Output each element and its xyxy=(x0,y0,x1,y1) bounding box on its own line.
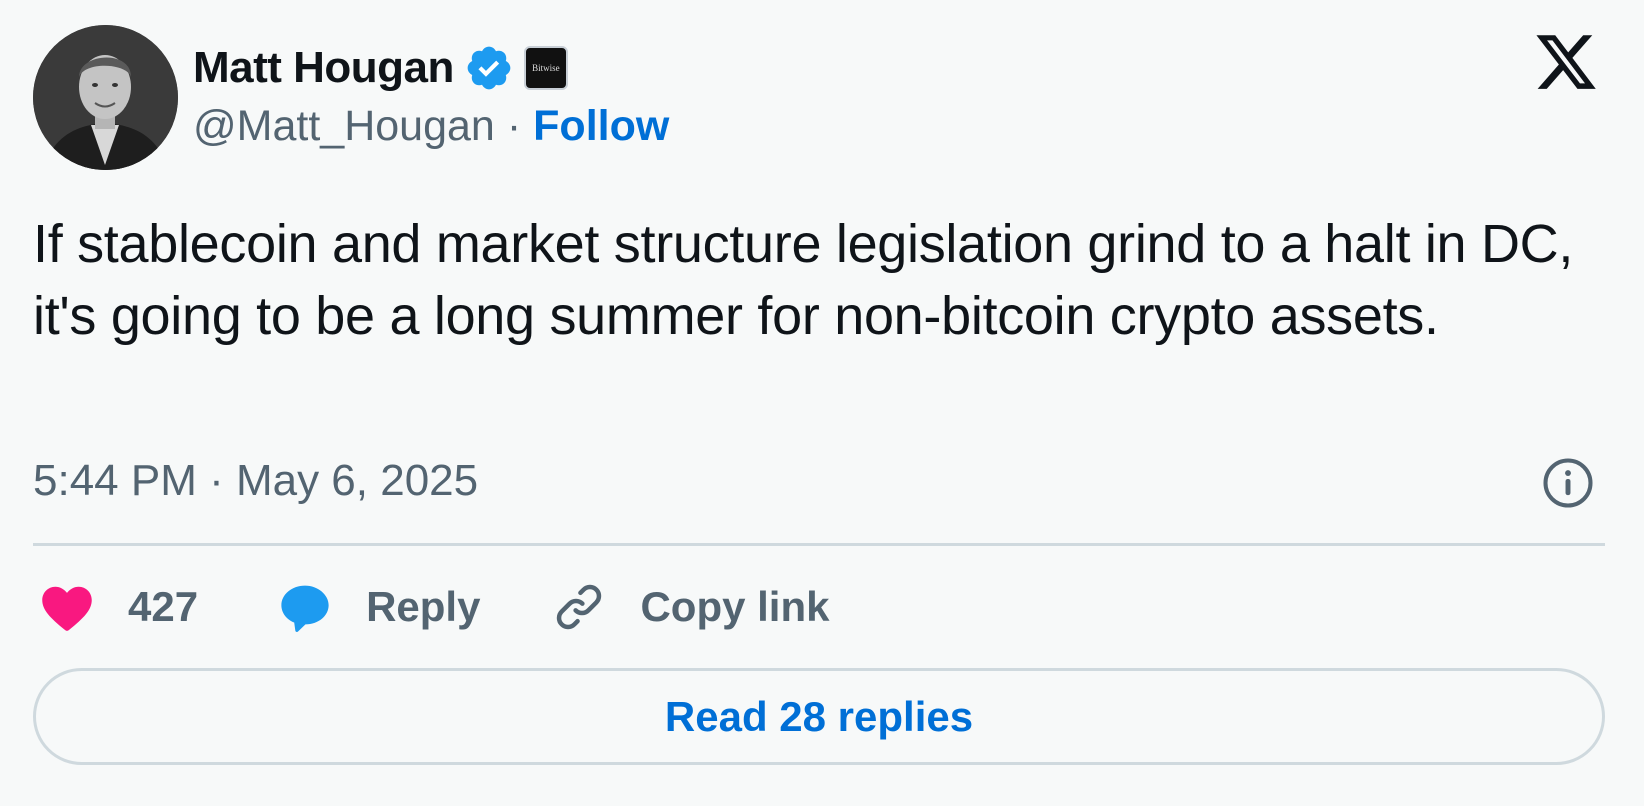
tweet-text: If stablecoin and market structure legis… xyxy=(33,214,1574,346)
reply-label: Reply xyxy=(366,583,481,630)
x-logo-icon[interactable] xyxy=(1533,29,1599,95)
heart-icon xyxy=(42,586,92,631)
follow-button[interactable]: Follow xyxy=(533,102,669,151)
reply-bubble-icon xyxy=(281,585,329,632)
separator-dot: · xyxy=(506,102,522,150)
read-replies-button[interactable]: Read 28 replies xyxy=(33,668,1605,765)
verified-badge-icon xyxy=(467,46,511,90)
tweet-timestamp[interactable]: 5:44 PM · May 6, 2025 xyxy=(33,456,478,506)
copy-link-button[interactable]: Copy link xyxy=(552,580,829,634)
handle-row: @Matt_Hougan · Follow xyxy=(193,102,669,151)
affiliate-label: Bitwise xyxy=(532,63,560,73)
author-handle[interactable]: @Matt_Hougan xyxy=(193,102,495,151)
like-count: 427 xyxy=(128,583,199,630)
author-name[interactable]: Matt Hougan xyxy=(193,43,454,93)
avatar[interactable] xyxy=(33,25,178,170)
affiliate-badge[interactable]: Bitwise xyxy=(523,46,568,90)
author-name-row: Matt Hougan Bitwise xyxy=(193,40,568,96)
like-button[interactable]: 427 xyxy=(40,582,198,632)
divider xyxy=(33,543,1605,546)
info-icon[interactable] xyxy=(1541,456,1595,510)
copy-link-label: Copy link xyxy=(640,583,830,630)
tweet-card: Matt Hougan Bitwise @Matt_Hougan · Follo… xyxy=(0,0,1644,806)
link-icon xyxy=(557,584,602,630)
read-replies-label: Read 28 replies xyxy=(664,692,974,740)
action-bar: 427 Reply Copy link xyxy=(40,577,829,637)
reply-button[interactable]: Reply xyxy=(278,582,480,632)
